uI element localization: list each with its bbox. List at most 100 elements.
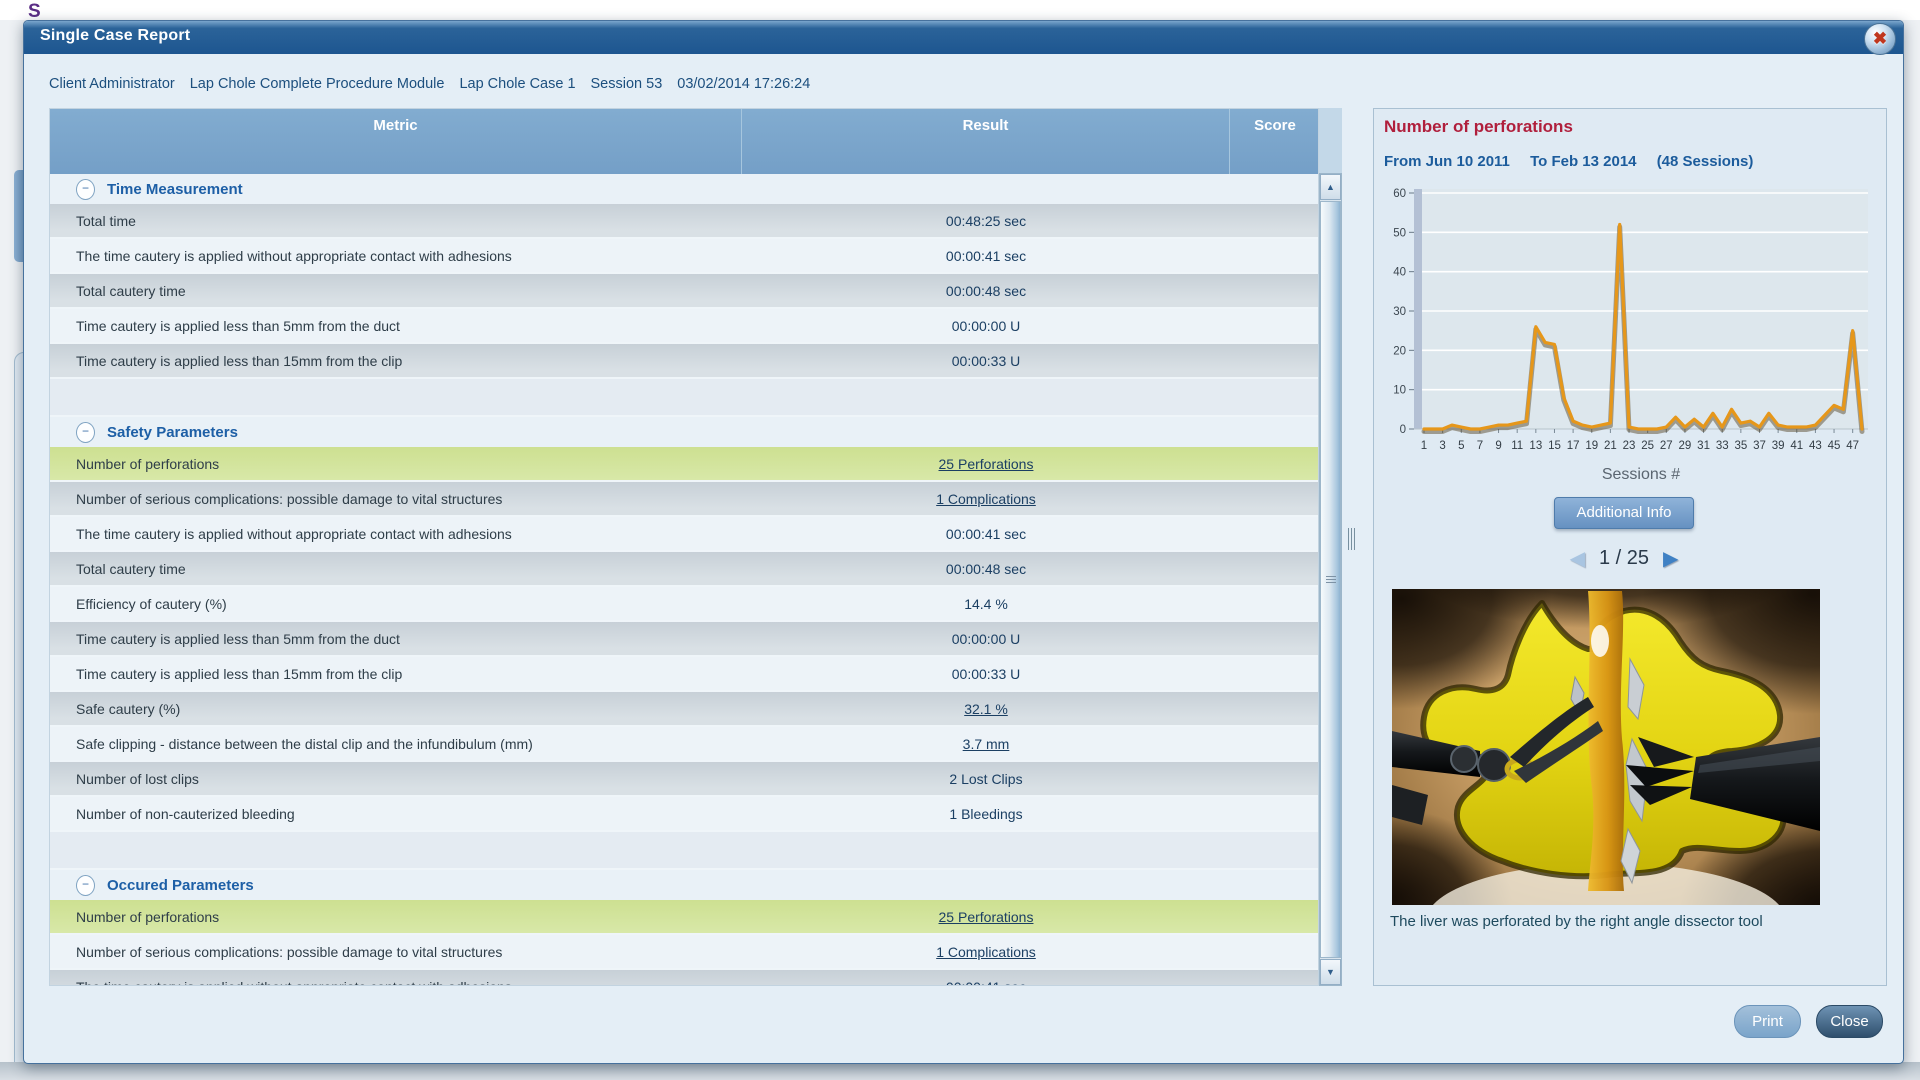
metric-cell: Safe cautery (%) (50, 701, 742, 717)
svg-text:35: 35 (1734, 440, 1747, 452)
additional-info-button[interactable]: Additional Info (1554, 497, 1694, 529)
metric-cell: Safe clipping - distance between the dis… (50, 736, 742, 752)
result-value: 00:00:48 sec (946, 561, 1026, 577)
table-row[interactable]: Total cautery time00:00:48 sec (50, 552, 1318, 587)
metric-detail-panel: Number of perforations From Jun 10 2011 … (1373, 108, 1887, 986)
table-row[interactable]: Total time00:48:25 sec (50, 204, 1318, 239)
result-link[interactable]: 1 Complications (936, 944, 1036, 960)
svg-text:39: 39 (1772, 440, 1785, 452)
table-scrollbar[interactable]: ▲ ▼ (1319, 173, 1342, 986)
table-row[interactable]: Time cautery is applied less than 5mm fr… (50, 309, 1318, 344)
table-row[interactable]: Time cautery is applied less than 5mm fr… (50, 622, 1318, 657)
column-header-metric: Metric (50, 109, 742, 174)
result-value: 14.4 % (964, 596, 1008, 612)
svg-text:11: 11 (1511, 440, 1523, 452)
table-row[interactable]: Number of non-cauterized bleeding1 Bleed… (50, 797, 1318, 832)
metric-cell: Efficiency of cautery (%) (50, 596, 742, 612)
table-row[interactable]: Number of perforations 25 Perforations (50, 900, 1318, 935)
svg-text:19: 19 (1585, 440, 1598, 452)
table-row[interactable]: Safe clipping - distance between the dis… (50, 727, 1318, 762)
print-button[interactable]: Print (1734, 1005, 1801, 1038)
table-row[interactable]: Efficiency of cautery (%) 14.4 % (50, 587, 1318, 622)
table-row[interactable]: Time cautery is applied less than 15mm f… (50, 344, 1318, 379)
result-cell: 14.4 % (742, 596, 1230, 612)
svg-text:27: 27 (1660, 440, 1673, 452)
result-cell: 25 Perforations (742, 456, 1230, 472)
result-value: 00:00:00 U (952, 631, 1021, 647)
metric-cell: Total cautery time (50, 283, 742, 299)
range-sessions: (48 Sessions) (1657, 153, 1754, 170)
result-link[interactable]: 1 Complications (936, 491, 1036, 507)
pager-prev-icon[interactable]: ◀ (1570, 546, 1585, 571)
metric-cell: Number of perforations (50, 909, 742, 925)
scrollbar-grip-icon (1326, 576, 1336, 585)
result-cell: 00:00:00 U (742, 318, 1230, 334)
svg-text:7: 7 (1477, 440, 1483, 452)
table-row[interactable]: Number of serious complications: possibl… (50, 482, 1318, 517)
result-cell: 32.1 % (742, 701, 1230, 717)
scroll-down-icon[interactable]: ▼ (1320, 959, 1341, 985)
result-cell: 00:00:41 sec (742, 979, 1230, 986)
panel-splitter-handle[interactable] (1348, 528, 1356, 550)
metric-table-body: −Time MeasurementTotal time00:48:25 secT… (50, 174, 1318, 985)
metric-cell: Time cautery is applied less than 15mm f… (50, 353, 742, 369)
result-cell: 00:00:41 sec (742, 248, 1230, 264)
result-cell: 1 Bleedings (742, 806, 1230, 822)
section-header-row: −Time Measurement (50, 174, 1318, 204)
dialog-titlebar[interactable]: Single Case Report ✖ (24, 21, 1903, 54)
result-cell: 00:00:48 sec (742, 283, 1230, 299)
scroll-up-icon[interactable]: ▲ (1320, 174, 1341, 200)
breadcrumb-item: Session 53 (591, 76, 663, 92)
svg-text:0: 0 (1400, 424, 1406, 436)
svg-text:23: 23 (1623, 440, 1636, 452)
screen: { "window": { "title": "Single Case Repo… (0, 0, 1920, 1080)
result-value: 00:00:00 U (952, 318, 1021, 334)
metric-cell: Total time (50, 213, 742, 229)
result-link[interactable]: 3.7 mm (963, 736, 1010, 752)
table-row[interactable]: Number of lost clips2 Lost Clips (50, 762, 1318, 797)
svg-text:9: 9 (1495, 440, 1501, 452)
pager-next-icon[interactable]: ▶ (1663, 546, 1678, 571)
result-link[interactable]: 32.1 % (964, 701, 1008, 717)
svg-text:30: 30 (1393, 306, 1406, 318)
result-value: 00:00:41 sec (946, 526, 1026, 542)
table-row[interactable]: Time cautery is applied less than 15mm f… (50, 657, 1318, 692)
close-button[interactable]: Close (1816, 1005, 1883, 1038)
metric-cell: The time cautery is applied without appr… (50, 526, 742, 542)
scrollbar-thumb[interactable] (1320, 201, 1341, 958)
metric-cell: Number of perforations (50, 456, 742, 472)
result-cell: 00:00:00 U (742, 631, 1230, 647)
table-row[interactable]: The time cautery is applied without appr… (50, 517, 1318, 552)
table-row[interactable]: The time cautery is applied without appr… (50, 239, 1318, 274)
table-row[interactable]: Number of serious complications: possibl… (50, 935, 1318, 970)
metric-table: Metric Result Score −Time MeasurementTot… (49, 108, 1319, 986)
collapse-toggle-icon[interactable]: − (76, 875, 95, 896)
section-title: Occured Parameters (107, 877, 254, 894)
table-row[interactable]: The time cautery is applied without appr… (50, 970, 1318, 985)
metric-cell: Number of lost clips (50, 771, 742, 787)
collapse-toggle-icon[interactable]: − (76, 422, 95, 443)
metric-cell: Number of serious complications: possibl… (50, 944, 742, 960)
svg-text:40: 40 (1393, 267, 1406, 279)
result-cell: 00:00:33 U (742, 666, 1230, 682)
result-cell: 00:00:33 U (742, 353, 1230, 369)
result-link[interactable]: 25 Perforations (939, 909, 1034, 925)
result-link[interactable]: 25 Perforations (939, 456, 1034, 472)
column-header-score: Score (1230, 109, 1320, 174)
metric-table-header: Metric Result Score (50, 109, 1318, 174)
table-row[interactable]: Number of perforations 25 Perforations (50, 447, 1318, 482)
collapse-toggle-icon[interactable]: − (76, 179, 95, 200)
svg-text:17: 17 (1567, 440, 1580, 452)
result-value: 1 Bleedings (949, 806, 1022, 822)
close-icon[interactable]: ✖ (1864, 23, 1896, 55)
result-cell: 2 Lost Clips (742, 771, 1230, 787)
single-case-report-dialog: Single Case Report ✖ Client Administrato… (23, 20, 1904, 1064)
table-row[interactable]: Total cautery time00:00:48 sec (50, 274, 1318, 309)
panel-title: Number of perforations (1384, 117, 1573, 137)
table-row[interactable]: Safe cautery (%) 32.1 % (50, 692, 1318, 727)
result-cell: 00:00:48 sec (742, 561, 1230, 577)
svg-text:50: 50 (1393, 227, 1406, 239)
svg-text:10: 10 (1393, 385, 1406, 397)
spacer-row (50, 832, 1318, 870)
breadcrumb-item: Client Administrator (49, 76, 175, 92)
